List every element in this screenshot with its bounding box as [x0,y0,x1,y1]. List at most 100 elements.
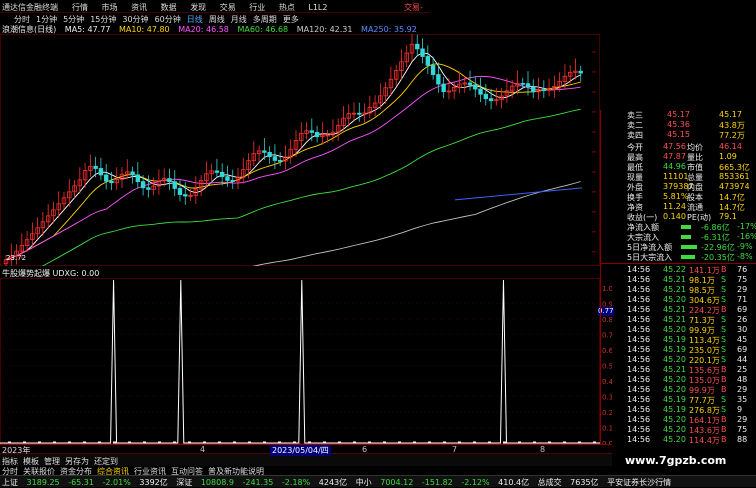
ask-row: 卖四 45.15 77.2万 [601,130,756,140]
tick-count: 75 [737,425,748,434]
tick-time: 14:56 [627,295,651,304]
tick-count: 30 [737,325,748,334]
candle [103,163,109,190]
tick-row: 14:56 45.20 304.6万 S 71 [601,295,756,305]
period-tab[interactable]: 月线 [231,15,247,24]
flow-label: 5日大宗流入 [627,253,673,262]
ma120-line [252,181,581,266]
formula-tab[interactable]: 还定到 [94,457,118,466]
period-tab[interactable]: 周线 [209,15,225,24]
tick-time: 14:56 [627,275,651,284]
quote-value: 47.87 [663,152,686,161]
quote-row: 现量 11101 总量 853361 [601,172,756,182]
period-tab[interactable]: 1分钟 [36,15,57,24]
ma120-label: MA120: 42.31 [296,25,353,34]
tick-count: 29 [737,285,748,294]
trade-button[interactable]: 交易- [404,2,423,13]
menu-item-行业[interactable]: 行业 [249,3,265,12]
total-volume-amount: 7635亿 [570,478,599,487]
tick-price: 45.20 [663,385,686,394]
tick-count: 9 [737,405,743,414]
candle [193,176,199,204]
candle [93,156,98,178]
candle [415,34,420,57]
tick-price: 45.21 [663,305,686,314]
candle [198,175,204,197]
panel-divider [601,263,756,264]
flow-value: -20.35亿 [701,253,735,262]
total-volume-label: 总成交 [537,478,562,487]
status-bar: 上证 3189.25 -65.31 -2.01% 3392亿 深证 10808.… [0,475,756,487]
sz-index-pct: -2.18% [281,478,311,487]
flow-pct: -16% [737,232,756,241]
kline-chart[interactable]: 40.0037.5035.0032.5030.0027.5025.00 [0,34,600,266]
tick-direction: B [721,305,727,314]
period-tab[interactable]: 日线 [187,15,203,24]
period-tab[interactable]: 分时 [14,15,30,24]
sh-index-label[interactable]: 上证 [2,478,18,487]
menu-item-行情[interactable]: 行情 [72,3,88,12]
formula-tab[interactable]: 管理 [44,457,60,466]
tick-time: 14:56 [627,265,651,274]
menu-item-数据[interactable]: 数据 [161,3,177,12]
indicator-chart[interactable]: 1.000.900.800.700.600.500.400.300.200.10… [0,278,612,444]
formula-tab[interactable]: 另存为 [65,457,89,466]
sh-index-value: 3189.25 [26,478,60,487]
candle [425,45,431,74]
period-tab[interactable]: 5分钟 [63,15,84,24]
title-bar: 通达信金融终端 行情 市场 资讯 数据 发现 交易 行业 热点 L1L2 交易- [0,0,430,13]
tick-count: 26 [737,315,748,324]
menu-item-交易[interactable]: 交易 [220,3,236,12]
tick-price: 45.20 [663,375,686,384]
tick-price: 45.19 [663,335,686,344]
tick-count: 44 [737,355,748,364]
tick-direction: B [721,265,727,274]
candle [35,217,40,239]
date-tick: 8 [540,445,546,454]
menu-item-热点[interactable]: 热点 [279,3,295,12]
menu-item-l1l2[interactable]: L1L2 [308,3,327,12]
candle [420,38,425,64]
udxg-line [0,279,600,444]
tick-count: 25 [737,365,748,374]
candle [552,75,557,99]
candle [330,119,336,142]
candle [367,95,373,119]
tick-price: 45.21 [663,285,686,294]
tick-count: 71 [737,295,748,304]
period-tab[interactable]: 多周期 [253,15,277,24]
period-tab[interactable]: 30分钟 [122,15,148,24]
tick-time: 14:56 [627,315,651,324]
tick-direction: B [721,435,727,444]
tick-volume: 114.4万 [689,436,720,445]
period-tab[interactable]: 60分钟 [155,15,181,24]
tick-row: 14:56 45.19 276.8万 S 9 [601,405,756,415]
quote-value: 47.56 [663,142,686,151]
menu-item-市场[interactable]: 市场 [102,3,118,12]
tick-row: 14:56 45.21 135.6万 B 25 [601,365,756,375]
tick-row: 14:56 45.20 220.1万 S 44 [601,355,756,365]
tick-price: 45.20 [663,325,686,334]
zx-index-change: -151.82 [421,478,453,487]
candle [251,141,257,167]
period-tab[interactable]: 更多 [283,15,299,24]
period-tab[interactable]: 15分钟 [90,15,116,24]
tick-time: 14:56 [627,425,651,434]
tick-row: 14:56 45.19 235.0万 S 69 [601,345,756,355]
zx-index-label[interactable]: 中小 [356,478,372,487]
candle [109,172,114,191]
date-tick: 6 [362,445,368,454]
tick-price: 45.21 [663,365,686,374]
date-axis-marker: 2023/05/04/四 [270,445,331,456]
tick-time: 14:56 [627,395,651,404]
menu-item-资讯[interactable]: 资讯 [131,3,147,12]
formula-tab[interactable]: 模板 [23,457,39,466]
ma60-line [41,108,581,266]
formula-tab[interactable]: 指标 [2,457,18,466]
tick-count: 76 [737,265,748,274]
menu-item-发现[interactable]: 发现 [190,3,206,12]
sz-index-label[interactable]: 深证 [176,478,192,487]
candle [45,204,51,229]
tick-time: 14:56 [627,335,651,344]
quote-value: 473974 [719,182,750,191]
